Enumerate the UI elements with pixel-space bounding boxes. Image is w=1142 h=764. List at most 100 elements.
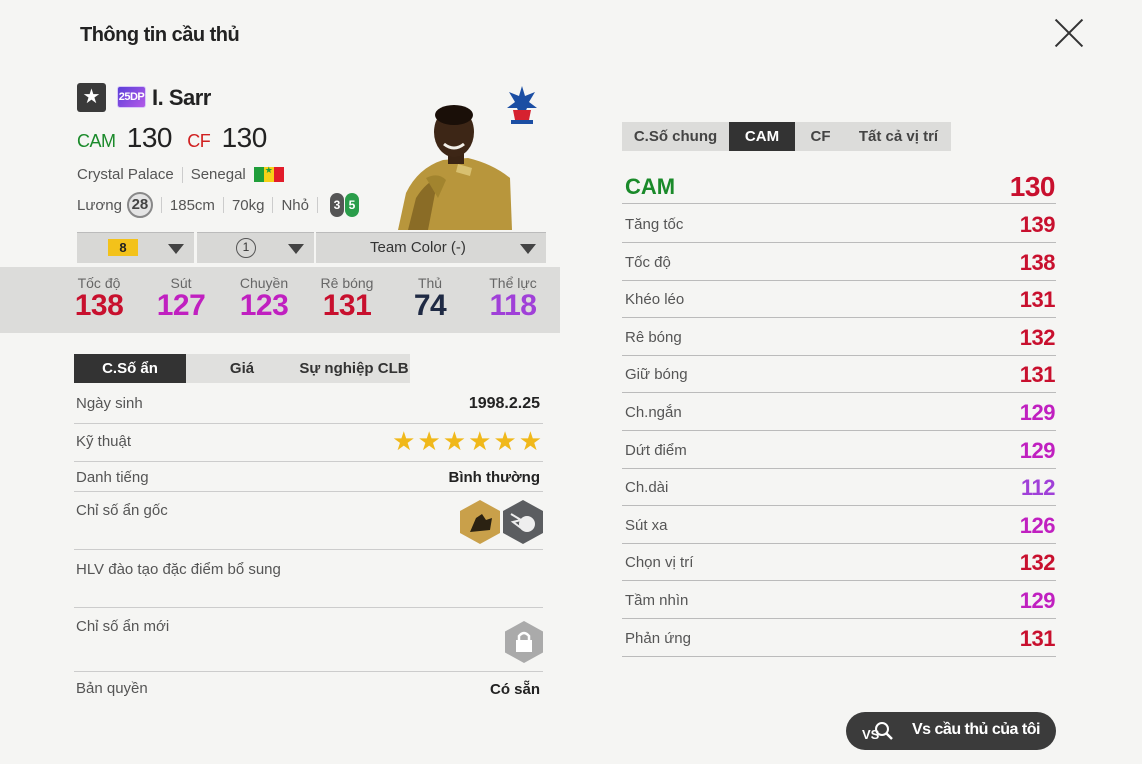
summary-stat: Thủ 74 (388, 267, 472, 323)
compare-my-player-button[interactable]: VS Vs cầu thủ của tôi (846, 712, 1056, 750)
birth-label: Ngày sinh (76, 395, 143, 412)
team-color-level-select[interactable]: 1 (197, 232, 314, 263)
summary-stat: Tốc độ 138 (57, 267, 141, 323)
stat-label: Phản ứng (625, 629, 691, 647)
favorite-star-icon[interactable]: ★ (77, 83, 106, 112)
stat-value: 74 (413, 289, 447, 322)
close-icon[interactable] (1052, 16, 1086, 50)
tab-all-positions[interactable]: Tất cả vị trí (846, 122, 951, 151)
star-icon: ★ (468, 426, 492, 456)
position-ratings: CAM 130 CF 130 (77, 122, 267, 154)
body-type: Nhỏ (281, 196, 309, 214)
fame-label: Danh tiếng (76, 469, 149, 486)
season-badge: 25DP (117, 86, 146, 108)
stat-value: 132 (1019, 550, 1056, 576)
stat-value: 129 (1019, 400, 1056, 425)
lock-icon[interactable] (505, 621, 543, 663)
weight-value: 70kg (231, 196, 265, 214)
star-icon: ★ (518, 426, 542, 456)
position-stat-row: Rê bóng 132 (622, 318, 1056, 356)
upgrade-level-select[interactable]: 8 (77, 232, 194, 263)
birth-value: 1998.2.25 (468, 395, 540, 412)
skill-row: Kỹ thuật ★ ★ ★ ★ ★ ★ (74, 424, 543, 462)
tab-hidden-stats[interactable]: C.Số ẩn (74, 354, 186, 383)
tab-cf[interactable]: CF (795, 122, 846, 151)
stat-value: 138 (1019, 249, 1056, 275)
star-icon: ★ (417, 426, 441, 456)
license-value: Có sẵn (489, 681, 540, 698)
svg-text:VS: VS (862, 727, 880, 742)
new-traits-label: Chỉ số ẩn mới (76, 618, 170, 635)
stat-label: Ch.ngắn (625, 404, 682, 421)
physical-info-line: Lương 28 185cm 70kg Nhỏ 3 5 (77, 192, 359, 218)
club-name: Crystal Palace (77, 166, 174, 183)
stat-value: 129 (1019, 588, 1056, 613)
stat-label: Khéo léo (625, 291, 685, 309)
position-stat-row: Tốc độ 138 (622, 243, 1056, 281)
position-stat-row: Ch.ngắn 129 (622, 393, 1056, 431)
left-foot-value: 3 (330, 193, 344, 217)
original-traits-row: Chỉ số ẩn gốc (74, 492, 543, 550)
stat-label: Ch.dài (625, 479, 669, 497)
salary-badge: 28 (126, 192, 153, 218)
position-stat-row: Tăng tốc 139 (622, 205, 1056, 243)
position-stat-row: Tầm nhìn 129 (622, 581, 1056, 619)
divider (181, 166, 183, 183)
star-icon: ★ (493, 426, 517, 456)
tab-cam[interactable]: CAM (729, 122, 795, 151)
team-color-level-badge: 1 (236, 238, 256, 258)
nation-name: Senegal (190, 166, 246, 183)
stat-value: 129 (1019, 437, 1056, 463)
chevron-down-icon (520, 244, 536, 254)
position-stat-row: Dứt điểm 129 (622, 431, 1056, 469)
license-label: Bản quyền (76, 680, 148, 697)
stat-value: 123 (239, 289, 289, 322)
divider (222, 197, 224, 213)
tab-club-career[interactable]: Sự nghiệp CLB (298, 354, 410, 383)
position-header-label: CAM (625, 174, 676, 199)
tab-general-stats[interactable]: C.Số chung (622, 122, 729, 151)
crystal-palace-crest-icon (505, 84, 539, 126)
license-row: Bản quyền Có sẵn (74, 672, 543, 708)
trait-finesse-icon[interactable] (460, 500, 500, 544)
stat-value: 131 (1019, 287, 1056, 313)
stat-label: Tăng tốc (625, 216, 684, 233)
player-photo (398, 98, 512, 230)
team-color-select[interactable]: Team Color (-) (316, 232, 546, 263)
position-label: CF (187, 131, 211, 151)
position-stat-row: Giữ bóng 131 (622, 355, 1056, 394)
upgrade-level-badge: 8 (108, 239, 138, 256)
detail-tabs: C.Số ẩn Giá Sự nghiệp CLB (74, 354, 410, 383)
senegal-flag-icon (253, 165, 284, 182)
skill-stars: ★ ★ ★ ★ ★ ★ (392, 428, 542, 454)
position-stat-row: Ch.dài 112 (622, 468, 1056, 507)
position-stat-row: Chọn vị trí 132 (622, 543, 1056, 582)
skill-label: Kỹ thuật (76, 433, 132, 450)
position-ovr: 130 (221, 122, 268, 153)
trait-power-shot-icon[interactable] (503, 500, 543, 544)
new-traits-row: Chỉ số ẩn mới (74, 608, 543, 672)
stat-value: 131 (1019, 362, 1056, 388)
coach-traits-row: HLV đào tạo đặc điểm bổ sung (74, 550, 543, 608)
stat-value: 127 (156, 289, 206, 322)
fame-row: Danh tiếng Bình thường (74, 462, 543, 492)
stat-value: 139 (1019, 212, 1056, 237)
summary-stat: Sút 127 (139, 267, 223, 323)
position-ovr: 130 (126, 122, 173, 153)
vs-search-icon: VS (862, 722, 893, 742)
position-header-row: CAM 130 (622, 168, 1056, 204)
birth-row: Ngày sinh 1998.2.25 (74, 388, 543, 424)
team-color-value: Team Color (-) (370, 239, 466, 256)
divider (317, 197, 318, 213)
tab-price[interactable]: Giá (186, 354, 298, 383)
star-icon: ★ (442, 426, 467, 456)
coach-traits-label: HLV đào tạo đặc điểm bổ sung (76, 561, 281, 578)
position-label: CAM (77, 131, 116, 151)
traits-label: Chỉ số ẩn gốc (76, 502, 168, 519)
stat-value: 112 (1021, 475, 1056, 501)
salary-label: Lương (77, 196, 122, 214)
club-nation-line: Crystal Palace Senegal (77, 165, 284, 183)
position-tabs: C.Số chung CAM CF Tất cả vị trí (622, 122, 951, 151)
height-value: 185cm (169, 196, 215, 214)
player-name: I. Sarr (152, 85, 211, 110)
